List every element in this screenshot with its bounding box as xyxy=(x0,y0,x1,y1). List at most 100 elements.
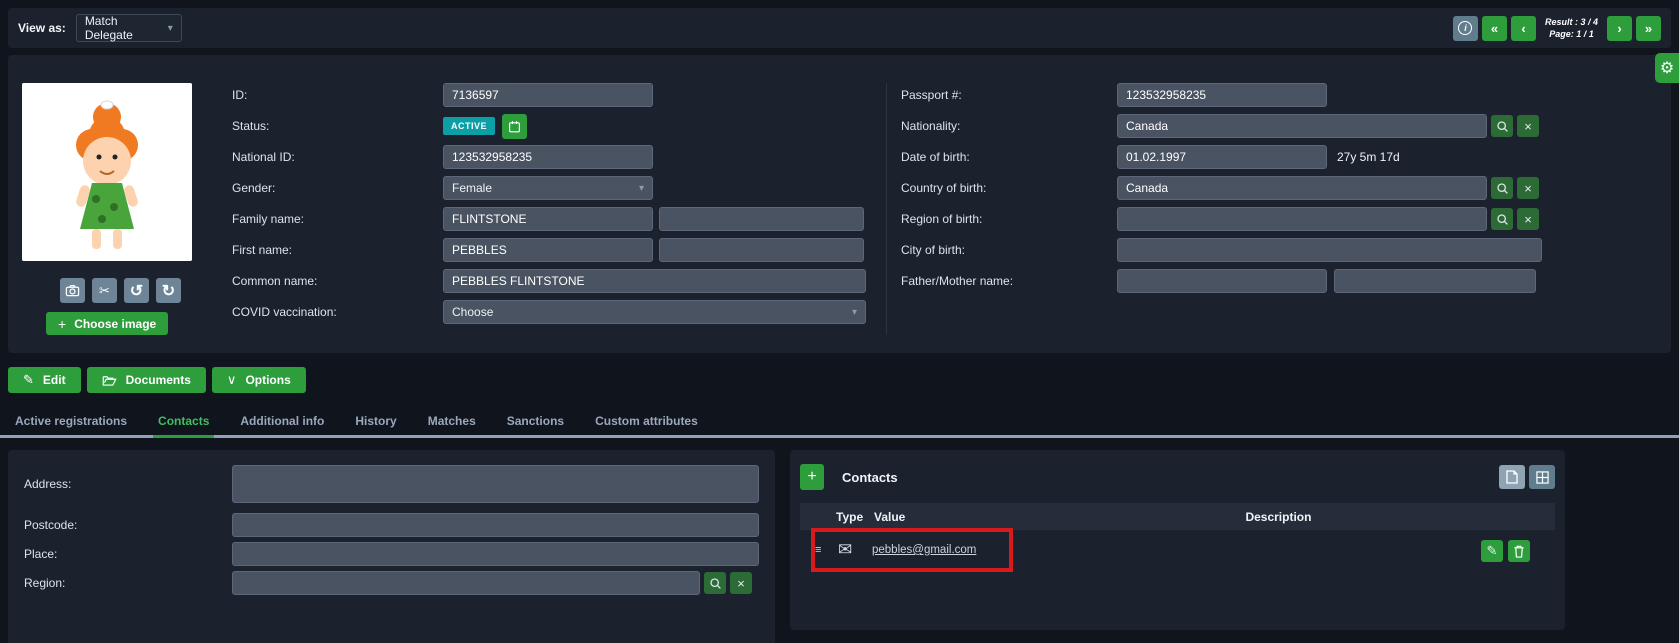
place-label: Place: xyxy=(24,547,232,561)
result-navigation: i « ‹ Result : 3 / 4 Page: 1 / 1 › » xyxy=(1453,16,1661,41)
region-clear-button[interactable]: × xyxy=(730,572,752,594)
edit-contact-button[interactable]: ✎ xyxy=(1481,540,1503,562)
tab-history[interactable]: History xyxy=(350,410,401,438)
person-details-panel: ✂ ↺ ↻ + Choose image ID: Status: ACTIVE xyxy=(8,55,1671,353)
documents-button[interactable]: Documents xyxy=(87,367,206,393)
gear-icon: ⚙ xyxy=(1660,58,1674,78)
add-contact-button[interactable]: + xyxy=(800,464,824,490)
country-of-birth-field[interactable] xyxy=(1117,176,1487,200)
passport-field[interactable] xyxy=(1117,83,1327,107)
common-name-label: Common name: xyxy=(232,274,443,288)
options-button[interactable]: ∨ Options xyxy=(212,367,306,393)
close-icon: × xyxy=(1524,181,1532,196)
country-of-birth-search-button[interactable] xyxy=(1491,177,1513,199)
close-icon: × xyxy=(1524,212,1532,227)
choose-image-button[interactable]: + Choose image xyxy=(46,312,168,335)
column-type: Type xyxy=(836,510,863,524)
tab-active-registrations[interactable]: Active registrations xyxy=(10,410,132,438)
first-name-label: First name: xyxy=(232,243,443,257)
tab-contacts[interactable]: Contacts xyxy=(153,410,214,438)
info-button[interactable]: i xyxy=(1453,16,1478,41)
view-as-dropdown[interactable]: Match Delegate ▾ xyxy=(76,14,182,42)
contact-email-link[interactable]: pebbles@gmail.com xyxy=(872,544,976,556)
postcode-field[interactable] xyxy=(232,513,759,537)
father-mother-alt-field[interactable] xyxy=(1334,269,1536,293)
last-result-button[interactable]: » xyxy=(1636,16,1661,41)
table-icon xyxy=(1536,471,1549,484)
edit-button[interactable]: ✎ Edit xyxy=(8,367,81,393)
tab-additional-info[interactable]: Additional info xyxy=(235,410,329,438)
choose-image-label: Choose image xyxy=(74,317,156,331)
first-name-field[interactable] xyxy=(443,238,653,262)
tab-matches[interactable]: Matches xyxy=(423,410,481,438)
region-of-birth-search-button[interactable] xyxy=(1491,208,1513,230)
next-result-button[interactable]: › xyxy=(1607,16,1632,41)
table-view-button[interactable] xyxy=(1529,465,1555,489)
nationality-clear-button[interactable]: × xyxy=(1517,115,1539,137)
address-field[interactable] xyxy=(232,465,759,503)
action-buttons: ✎ Edit Documents ∨ Options xyxy=(8,367,1671,393)
father-mother-name-label: Father/Mother name: xyxy=(901,274,1117,288)
family-name-field[interactable] xyxy=(443,207,653,231)
previous-result-button[interactable]: ‹ xyxy=(1511,16,1536,41)
first-name-alt-field[interactable] xyxy=(659,238,864,262)
tab-sanctions[interactable]: Sanctions xyxy=(502,410,569,438)
nationality-search-button[interactable] xyxy=(1491,115,1513,137)
gender-dropdown[interactable]: Female ▾ xyxy=(443,176,653,200)
delete-contact-button[interactable] xyxy=(1508,540,1530,562)
status-badge: ACTIVE xyxy=(443,117,495,135)
common-name-field[interactable] xyxy=(443,269,866,293)
photo-toolbar: ✂ ↺ ↻ xyxy=(60,278,181,303)
drag-handle-icon[interactable]: ≡ xyxy=(815,544,821,556)
region-of-birth-clear-button[interactable]: × xyxy=(1517,208,1539,230)
region-search-button[interactable] xyxy=(704,572,726,594)
age-text: 27y 5m 17d xyxy=(1337,150,1400,164)
family-name-alt-field[interactable] xyxy=(659,207,864,231)
contacts-tab-content: Address: Postcode: Place: Region: × xyxy=(8,450,1671,643)
close-icon: × xyxy=(1524,119,1532,134)
country-of-birth-label: Country of birth: xyxy=(901,181,1117,195)
rotate-right-button[interactable]: ↻ xyxy=(156,278,181,303)
file-icon xyxy=(1506,470,1518,484)
form-column-left: ID: Status: ACTIVE National ID: Gender: … xyxy=(232,83,886,324)
covid-vaccination-dropdown[interactable]: Choose ▾ xyxy=(443,300,866,324)
region-of-birth-label: Region of birth: xyxy=(901,212,1117,226)
chevron-down-icon: ∨ xyxy=(227,372,237,388)
settings-side-tab[interactable]: ⚙ xyxy=(1655,53,1679,83)
father-mother-field[interactable] xyxy=(1117,269,1327,293)
take-photo-button[interactable] xyxy=(60,278,85,303)
date-of-birth-field[interactable] xyxy=(1117,145,1327,169)
tab-custom-attributes[interactable]: Custom attributes xyxy=(590,410,703,438)
plus-icon: + xyxy=(58,316,66,332)
nationality-field[interactable] xyxy=(1117,114,1487,138)
trash-icon xyxy=(1513,545,1525,558)
status-history-button[interactable] xyxy=(502,114,527,139)
photo-column: ✂ ↺ ↻ + Choose image xyxy=(22,83,232,335)
folder-icon xyxy=(102,374,117,387)
city-of-birth-field[interactable] xyxy=(1117,238,1542,262)
export-contacts-button[interactable] xyxy=(1499,465,1525,489)
status-label: Status: xyxy=(232,119,443,133)
rotate-left-icon: ↺ xyxy=(130,281,143,301)
view-as-label: View as: xyxy=(18,21,66,35)
search-icon xyxy=(709,577,722,590)
id-field[interactable] xyxy=(443,83,653,107)
cartoon-portrait xyxy=(22,83,192,261)
address-panel: Address: Postcode: Place: Region: × xyxy=(8,450,775,643)
postcode-label: Postcode: xyxy=(24,518,232,532)
country-of-birth-clear-button[interactable]: × xyxy=(1517,177,1539,199)
info-icon: i xyxy=(1458,21,1472,35)
national-id-field[interactable] xyxy=(443,145,653,169)
chevron-down-icon: ▾ xyxy=(168,23,173,34)
first-result-button[interactable]: « xyxy=(1482,16,1507,41)
rotate-left-button[interactable]: ↺ xyxy=(124,278,149,303)
region-field[interactable] xyxy=(232,571,700,595)
contacts-panel: + Contacts xyxy=(790,450,1565,630)
region-of-birth-field[interactable] xyxy=(1117,207,1487,231)
search-icon xyxy=(1496,120,1509,133)
crop-photo-button[interactable]: ✂ xyxy=(92,278,117,303)
place-field[interactable] xyxy=(232,542,759,566)
city-of-birth-label: City of birth: xyxy=(901,243,1117,257)
contacts-title: Contacts xyxy=(842,470,898,485)
gender-value: Female xyxy=(452,181,492,195)
